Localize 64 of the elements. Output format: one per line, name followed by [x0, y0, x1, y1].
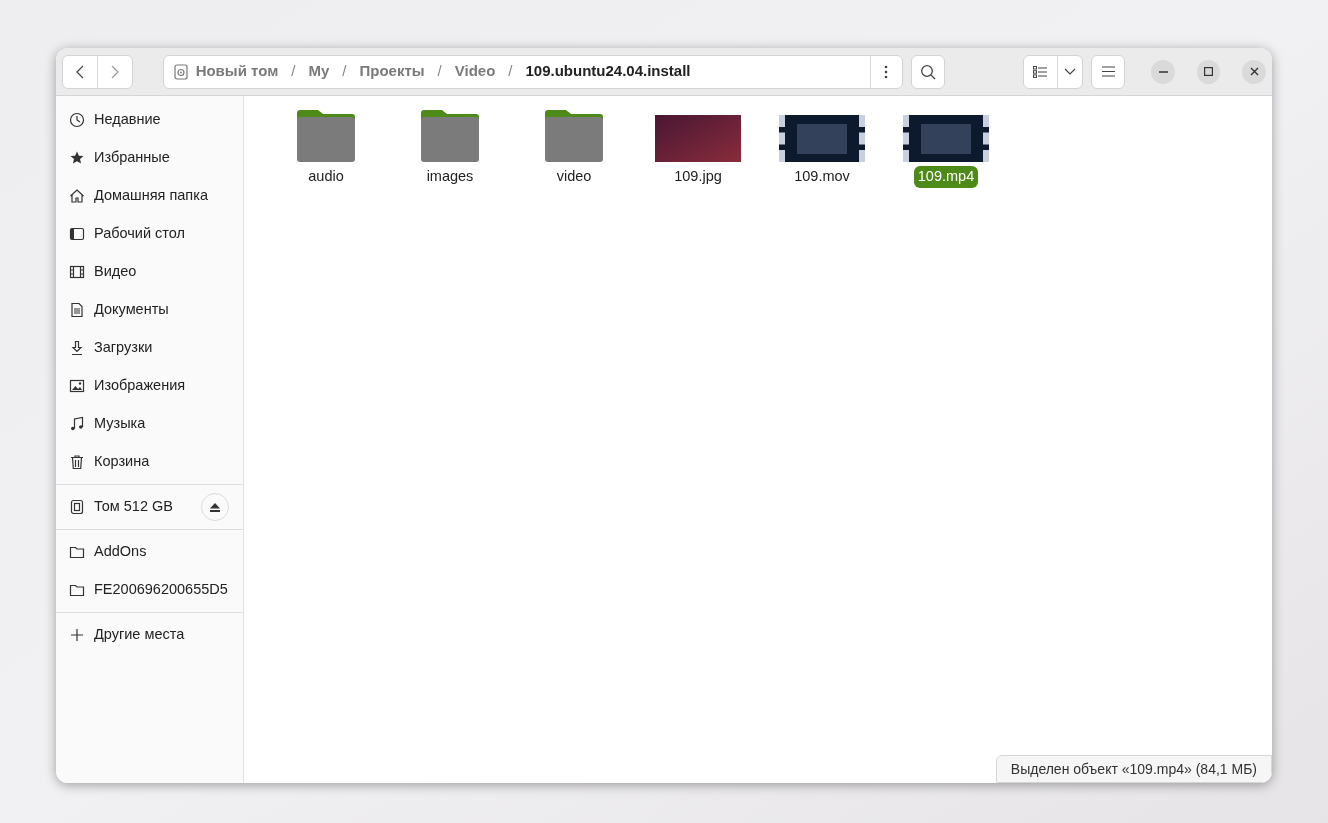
file-name[interactable]: images — [422, 166, 478, 188]
minimize-button[interactable] — [1151, 59, 1175, 84]
menu-icon — [1101, 66, 1115, 77]
sidebar-item[interactable]: Музыка — [56, 405, 243, 443]
clock-icon — [69, 112, 85, 128]
house-icon — [69, 188, 85, 204]
maximize-icon — [1204, 67, 1214, 76]
sidebar-item[interactable]: Избранные — [56, 139, 243, 177]
drive-icon — [69, 499, 85, 515]
file-name[interactable]: audio — [304, 166, 348, 188]
download-icon — [69, 340, 85, 356]
forward-icon — [110, 64, 119, 79]
sidebar-item[interactable]: Документы — [56, 291, 243, 329]
sidebar-item[interactable]: Загрузки — [56, 329, 243, 367]
close-icon — [1249, 67, 1259, 76]
sidebar-item[interactable]: AddOns — [56, 533, 243, 571]
more-icon — [884, 64, 889, 79]
file-name[interactable]: 109.jpg — [670, 166, 726, 188]
close-button[interactable] — [1242, 59, 1266, 84]
sidebar-item[interactable]: Другие места — [56, 616, 243, 654]
main-menu-button[interactable] — [1091, 54, 1126, 89]
document-icon — [69, 302, 85, 318]
folder-icon — [69, 544, 85, 560]
desktop-icon — [69, 226, 85, 242]
path-segment[interactable]: 109.ubuntu24.04.install — [525, 60, 691, 83]
maximize-button[interactable] — [1196, 59, 1221, 84]
path-segment[interactable]: Video — [454, 60, 496, 83]
sidebar-item[interactable]: Корзина — [56, 443, 243, 481]
minimize-icon — [1158, 70, 1168, 73]
file-name[interactable]: 109.mov — [790, 166, 854, 188]
chevron-down-icon — [1063, 68, 1076, 75]
folder-icon — [297, 108, 355, 162]
folder-icon — [69, 582, 85, 598]
star-icon — [69, 150, 85, 166]
sidebar-item[interactable]: Изображения — [56, 367, 243, 405]
folder-icon — [421, 108, 479, 162]
file-name[interactable]: 109.mp4 — [913, 166, 979, 188]
film-icon — [69, 264, 85, 280]
plus-icon — [69, 627, 85, 643]
trash-icon — [69, 454, 85, 470]
sidebar-item[interactable]: Домашняя папка — [56, 177, 243, 215]
status-bar: Выделен объект «109.mp4» (84,1 МБ) — [995, 755, 1272, 783]
search-icon — [920, 63, 937, 80]
list-view-icon — [1033, 65, 1048, 78]
drive-icon — [173, 63, 188, 80]
sidebar-item[interactable]: FE200696200655D5 — [56, 571, 243, 609]
path-separator: / — [291, 61, 296, 82]
path-separator: / — [342, 61, 347, 82]
music-note-icon — [69, 416, 85, 432]
path-segment[interactable]: Проекты — [359, 60, 425, 83]
path-separator: / — [508, 61, 513, 82]
search-button[interactable] — [910, 54, 946, 89]
sidebar-item[interactable]: Рабочий стол — [56, 215, 243, 253]
file-name[interactable]: video — [552, 166, 596, 188]
folder-icon — [545, 108, 603, 162]
path-segment[interactable]: Новый том — [173, 60, 279, 83]
path-separator: / — [437, 61, 442, 82]
sidebar-item[interactable]: Недавние — [56, 101, 243, 139]
back-icon — [76, 64, 85, 79]
picture-icon — [69, 378, 85, 394]
sidebar-item[interactable]: Том 512 GB — [56, 488, 243, 526]
sidebar-item[interactable]: Видео — [56, 253, 243, 291]
eject-icon — [210, 502, 220, 512]
path-segment[interactable]: My — [308, 60, 330, 83]
